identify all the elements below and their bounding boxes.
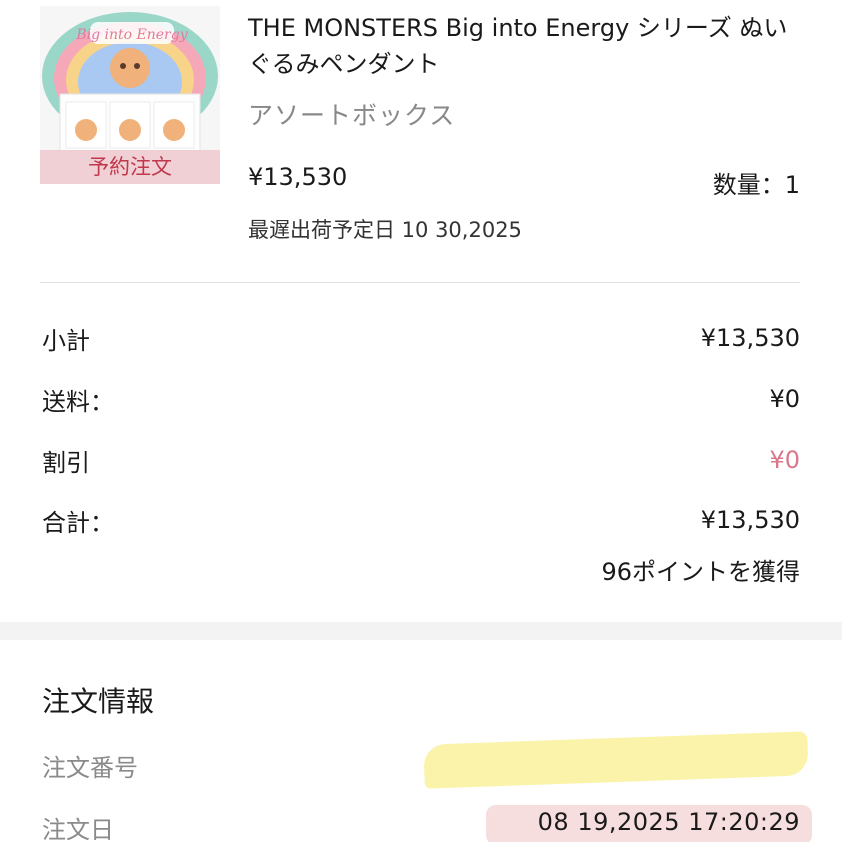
shipping-label: 送料： — [42, 387, 114, 416]
svg-text:Big into Energy: Big into Energy — [75, 27, 188, 43]
latest-ship-date: 最遅出荷予定日 10 30,2025 — [248, 218, 522, 242]
product-thumbnail[interactable]: Big into Energy 予約注文 — [40, 6, 220, 184]
product-item[interactable]: Big into Energy 予約注文 THE MONSTERS Big in… — [0, 0, 842, 282]
total-label: 合計： — [42, 508, 114, 537]
total-row: 合計： ¥13,530 — [42, 502, 800, 538]
discount-row: 割引 ¥0 — [42, 442, 800, 478]
section-separator — [0, 622, 842, 640]
subtotal-value: ¥13,530 — [700, 324, 800, 352]
order-date-value: 08 19,2025 17:20:29 — [537, 808, 800, 836]
points-earned: 96ポイントを獲得 — [601, 558, 800, 586]
subtotal-label: 小計 — [42, 326, 90, 355]
divider — [40, 282, 800, 283]
subtotal-row: 小計 ¥13,530 — [42, 320, 800, 356]
shipping-value: ¥0 — [769, 385, 800, 413]
shipping-row: 送料： ¥0 — [42, 381, 800, 417]
preorder-badge: 予約注文 — [40, 150, 220, 184]
discount-value: ¥0 — [769, 446, 800, 474]
product-title[interactable]: THE MONSTERS Big into Energy シリーズ ぬいぐるみペ… — [248, 10, 808, 82]
order-detail-page: Big into Energy 予約注文 THE MONSTERS Big in… — [0, 0, 842, 842]
product-variant: アソートボックス — [248, 101, 456, 130]
total-value: ¥13,530 — [700, 506, 800, 534]
order-date-label: 注文日 — [42, 816, 114, 842]
product-price: ¥13,530 — [248, 163, 348, 191]
order-info-title: 注文情報 — [42, 685, 155, 718]
discount-label: 割引 — [42, 448, 90, 477]
order-number-label: 注文番号 — [42, 754, 138, 782]
order-number-redaction — [423, 731, 809, 789]
product-quantity: 数量：1 — [712, 171, 800, 199]
